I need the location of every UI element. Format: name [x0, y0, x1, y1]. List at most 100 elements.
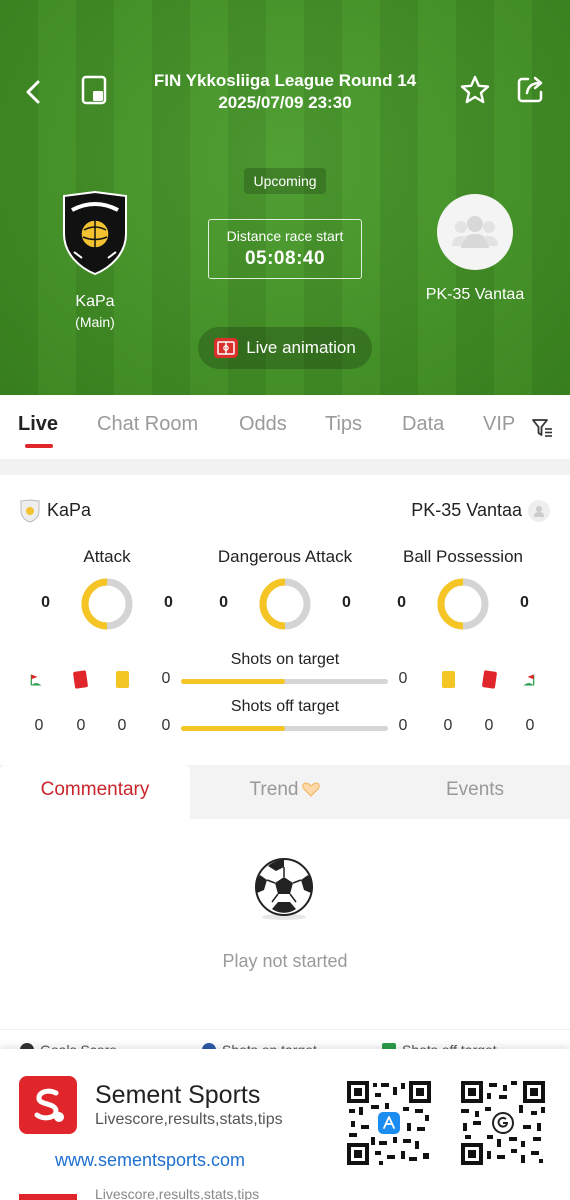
gauge-home-value: 0 [219, 594, 228, 611]
filter-icon [532, 419, 552, 437]
shots-on-target-row: 0 Shots on target 0 [0, 651, 570, 691]
tab-data[interactable]: Data [402, 413, 444, 436]
yellow-card-icon [442, 671, 455, 688]
home-corners-count: 0 [34, 717, 44, 734]
promo-logo-overflow [19, 1194, 77, 1200]
soccer-ball-icon [255, 858, 313, 920]
home-team[interactable]: KaPa (Main) [40, 190, 150, 330]
live-animation-button[interactable]: Live animation [198, 327, 372, 369]
away-shots-on-target: 0 [398, 670, 408, 687]
red-card-icon [72, 670, 89, 689]
commentary-tabs: Commentary Trend Events [0, 765, 570, 819]
home-yellow-cards-count: 0 [117, 717, 127, 734]
league-round: FIN Ykkosliiga League Round 14 [153, 71, 417, 90]
home-team-logo [63, 190, 127, 276]
heart-icon [302, 782, 321, 797]
gauge-away-value: 0 [164, 594, 173, 611]
shots-on-target-label: Shots on target [230, 651, 340, 668]
gauge-label: Dangerous Attack [217, 547, 353, 566]
google-play-qr-code[interactable] [459, 1079, 547, 1167]
home-shots-off-target: 0 [161, 717, 171, 734]
app-store-qr-code[interactable] [345, 1079, 433, 1167]
gauge-label: Attack [83, 547, 131, 566]
main-tabs: Live Chat Room Odds Tips Data VIP [0, 395, 570, 459]
commentary-panel: Play not started [0, 819, 570, 1029]
gauge-ball-possession: Ball Possession 0 0 [378, 547, 548, 633]
section-divider [0, 459, 570, 475]
match-header: FIN Ykkosliiga League Round 14 2025/07/0… [0, 0, 570, 395]
top-bar: FIN Ykkosliiga League Round 14 2025/07/0… [0, 60, 570, 124]
promo-tagline: Livescore,results,stats,tips [95, 1111, 283, 1128]
away-team-logo [437, 194, 513, 270]
corner-flag-icon [30, 674, 42, 686]
pitch-icon [214, 338, 239, 358]
live-animation-label: Live animation [246, 338, 356, 357]
stats-home-name: KaPa [47, 500, 92, 520]
back-button[interactable] [18, 76, 50, 108]
chevron-left-icon [26, 80, 40, 104]
team-placeholder-icon [534, 506, 544, 517]
shots-off-target-bar [181, 726, 388, 731]
gauge-label: Ball Possession [402, 547, 523, 566]
stats-away-name: PK-35 Vantaa [411, 500, 522, 520]
gauge-ring [81, 578, 133, 630]
yellow-card-icon [116, 671, 129, 688]
promo-tagline-overflow: Livescore,results,stats,tips [95, 1186, 260, 1200]
share-button[interactable] [514, 74, 546, 106]
gauge-dangerous-attack: Dangerous Attack 0 0 [200, 547, 370, 633]
tab-tips[interactable]: Tips [325, 413, 362, 436]
match-datetime: 2025/07/09 23:30 [218, 93, 352, 112]
gauge-home-value: 0 [41, 594, 50, 611]
shots-off-target-label: Shots off target [230, 698, 340, 715]
app-store-icon [378, 1112, 400, 1134]
promo-app-name: Sement Sports [95, 1081, 261, 1109]
tab-filter-button[interactable] [531, 417, 553, 439]
stats-team-row: KaPa PK-35 Vantaa [0, 497, 570, 525]
tab-chat-room[interactable]: Chat Room [97, 413, 198, 436]
tab-events[interactable]: Events [380, 765, 570, 819]
sement-sports-logo [19, 1076, 77, 1134]
promo-banner-overflow [0, 1192, 570, 1200]
tab-vip[interactable]: VIP [483, 413, 515, 436]
match-status-badge: Upcoming [244, 168, 326, 194]
google-play-icon [492, 1112, 514, 1134]
favorite-button[interactable] [459, 74, 491, 106]
away-corners-count: 0 [525, 717, 535, 734]
countdown-label: Distance race start [226, 228, 344, 244]
picture-in-picture-icon [81, 75, 107, 105]
countdown-timer: 05:08:40 [244, 248, 326, 269]
promo-website-link[interactable]: www.sementsports.com [55, 1150, 245, 1171]
app-promo-banner[interactable]: Sement Sports Livescore,results,stats,ti… [0, 1049, 570, 1200]
away-team-name: PK-35 Vantaa [425, 286, 525, 303]
home-shots-on-target: 0 [161, 670, 171, 687]
home-team-mini-logo [20, 499, 40, 523]
picture-in-picture-button[interactable] [80, 74, 110, 106]
tab-commentary[interactable]: Commentary [0, 765, 190, 819]
match-detail-page: FIN Ykkosliiga League Round 14 2025/07/0… [0, 0, 570, 1200]
shots-off-target-bar-fill [181, 726, 285, 731]
tab-odds[interactable]: Odds [239, 413, 287, 436]
active-tab-indicator [25, 444, 53, 448]
gauge-ring [437, 578, 489, 630]
tab-trend[interactable]: Trend [190, 765, 380, 819]
gauge-home-value: 0 [397, 594, 406, 611]
gauge-attack: Attack 0 0 [22, 547, 192, 633]
gauge-ring [259, 578, 311, 630]
empty-state-message: Play not started [222, 951, 348, 971]
away-yellow-cards-count: 0 [443, 717, 453, 734]
away-team-mini-logo [528, 500, 550, 522]
away-team[interactable]: PK-35 Vantaa [405, 194, 545, 304]
match-title: FIN Ykkosliiga League Round 14 2025/07/0… [130, 70, 440, 114]
home-red-cards-count: 0 [76, 717, 86, 734]
gauge-away-value: 0 [342, 594, 351, 611]
gauge-away-value: 0 [520, 594, 529, 611]
away-shots-off-target: 0 [398, 717, 408, 734]
tab-live[interactable]: Live [18, 413, 58, 436]
team-placeholder-icon [452, 216, 498, 248]
share-icon [517, 76, 543, 103]
kickoff-countdown: Distance race start 05:08:40 [208, 219, 362, 279]
home-team-label: (Main) [75, 314, 115, 330]
shots-on-target-bar-fill [181, 679, 285, 684]
away-red-cards-count: 0 [484, 717, 494, 734]
home-team-name: KaPa [75, 293, 115, 310]
